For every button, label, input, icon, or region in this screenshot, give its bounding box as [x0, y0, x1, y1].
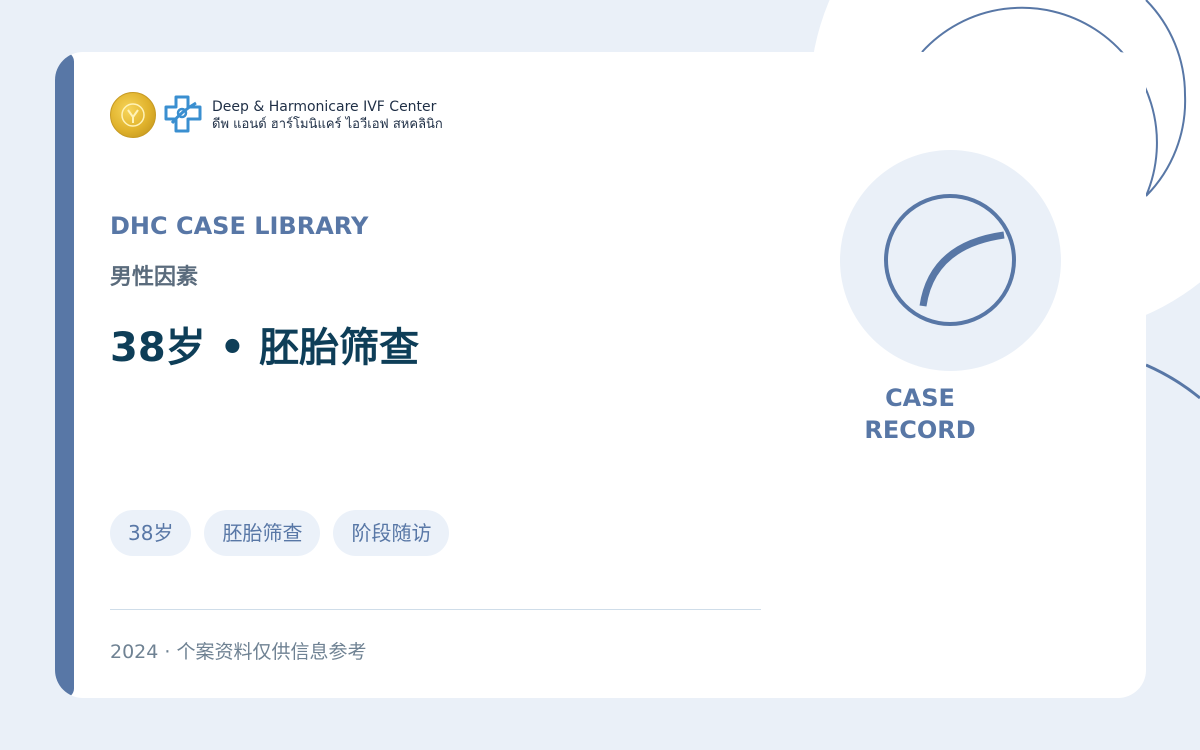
tag-followup: 阶段随访: [333, 510, 450, 556]
case-label-line1: CASE: [885, 384, 955, 412]
footer-note: 2024 · 个案资料仅供信息参考: [110, 641, 367, 663]
case-label-line2: RECORD: [864, 416, 976, 444]
tag-age: 38岁: [110, 510, 192, 556]
tag-list: 38岁 胚胎筛查 阶段随访: [110, 510, 462, 556]
tag-screening: 胚胎筛查: [204, 510, 321, 556]
divider: [110, 609, 761, 610]
brand-name-en: Deep & Harmonicare IVF Center: [212, 98, 437, 115]
brand-text: Deep & Harmonicare IVF Center ดีพ แอนด์ …: [212, 98, 443, 133]
library-eyebrow: DHC CASE LIBRARY: [110, 212, 369, 240]
case-category: 男性因素: [110, 265, 199, 290]
case-title: 38岁 • 胚胎筛查: [110, 325, 420, 371]
brand-name-th: ดีพ แอนด์ ฮาร์โมนิแคร์ ไอวีเอฟ สหคลินิก: [212, 116, 443, 132]
seal-icon: [110, 92, 156, 138]
dhc-cross-icon: [164, 95, 202, 133]
accent-bar: [55, 52, 74, 698]
case-card: Deep & Harmonicare IVF Center ดีพ แอนด์ …: [55, 52, 1146, 698]
case-record-label: CASE RECORD: [860, 382, 980, 446]
brand-logo: Deep & Harmonicare IVF Center ดีพ แอนด์ …: [110, 92, 443, 138]
arc-circle-icon: [884, 194, 1016, 326]
